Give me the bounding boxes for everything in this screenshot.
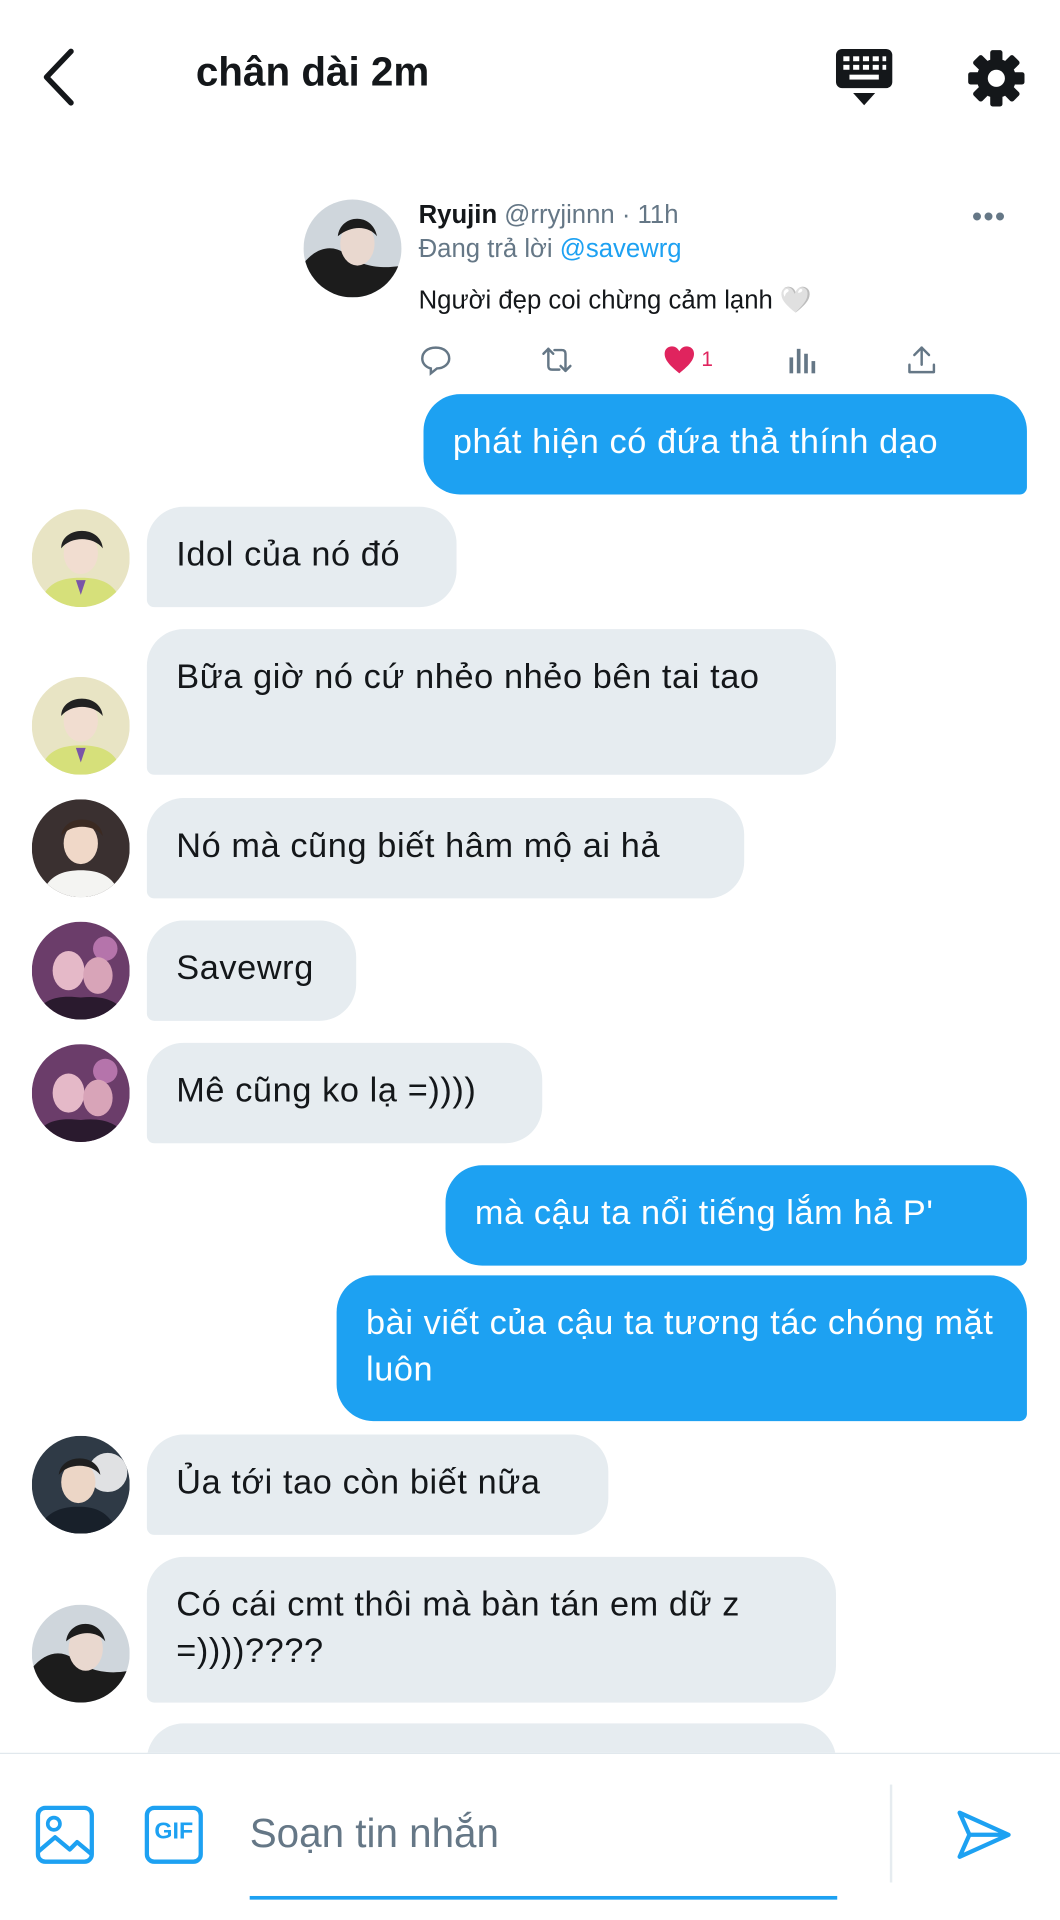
analytics-icon [789,348,816,374]
avatar[interactable] [31,509,130,608]
message-bubble-received[interactable]: Nó mà cũng biết hâm mộ ai hả [146,798,745,899]
avatar[interactable] [31,676,130,775]
reply-icon [421,346,451,376]
conversation-title: chân dài 2m [195,48,430,95]
tweet-text: Người đẹp coi chừng cảm lạnh 🤍 [418,286,812,315]
message-bubble-received[interactable]: Bữa giờ nó cứ nhẻo nhẻo bên tai tao [146,629,836,775]
retweet-icon [542,347,572,373]
back-arrow-icon [43,48,74,106]
message-bubble-received[interactable]: Có cái cmt thôi mà bàn tán em dữ z =))))… [146,1556,836,1703]
tweet-replying-to: Đang trả lời @savewrg [419,235,682,264]
like-action[interactable] [662,343,696,377]
tweet-author-name[interactable]: Ryujin [419,201,498,229]
keyboard-icon [835,48,893,106]
share-action[interactable] [905,343,939,377]
heart-icon [664,346,695,374]
gif-label: GIF [154,1818,194,1845]
gear-icon [968,50,1025,107]
message-input[interactable] [249,1799,838,1868]
more-icon[interactable]: ••• [972,201,1007,235]
replying-handle-link[interactable]: @savewrg [560,235,682,263]
tweet-handle-time: @rryjinnn · 11h [504,200,679,229]
image-button[interactable] [33,1803,97,1867]
avatar-photo [303,199,402,298]
message-bubble-sent[interactable]: mà cậu ta nổi tiếng lắm hả P' [445,1165,1027,1266]
avatar[interactable] [31,1044,130,1142]
retweet-action[interactable] [540,343,574,377]
analytics-action[interactable] [785,343,819,377]
keyboard-button[interactable] [832,47,896,111]
back-button[interactable] [34,47,88,108]
share-icon [908,346,936,374]
send-icon [957,1810,1011,1859]
reply-action[interactable] [419,343,453,377]
message-bubble-received[interactable]: Savewrg [146,920,357,1021]
avatar[interactable] [31,921,130,1020]
avatar[interactable] [31,799,130,898]
message-bubble-received[interactable]: Idol của nó đó [146,506,457,608]
message-bubble-received[interactable]: Mê cũng ko lạ =)))) [146,1042,543,1144]
replying-prefix: Đang trả lời [418,235,553,264]
message-bubble-sent[interactable]: phát hiện có đứa thả thính dạo [423,394,1027,495]
avatar[interactable] [31,1604,130,1703]
composer-divider [889,1784,893,1883]
settings-button[interactable] [965,47,1029,111]
message-bubble-received[interactable]: Ủa tới tao còn biết nữa [146,1434,609,1535]
input-underline [249,1895,838,1900]
like-count: 1 [701,347,713,371]
gif-button[interactable]: GIF [142,1803,206,1867]
tweet-author-avatar[interactable] [303,199,402,298]
avatar[interactable] [31,1435,130,1534]
send-button[interactable] [955,1805,1019,1869]
tweet-header: Ryujin @rryjinnn · 11h [419,201,679,230]
image-icon [35,1805,94,1864]
message-bubble-sent[interactable]: bài viết của cậu ta tương tác chóng mặt … [336,1275,1027,1422]
